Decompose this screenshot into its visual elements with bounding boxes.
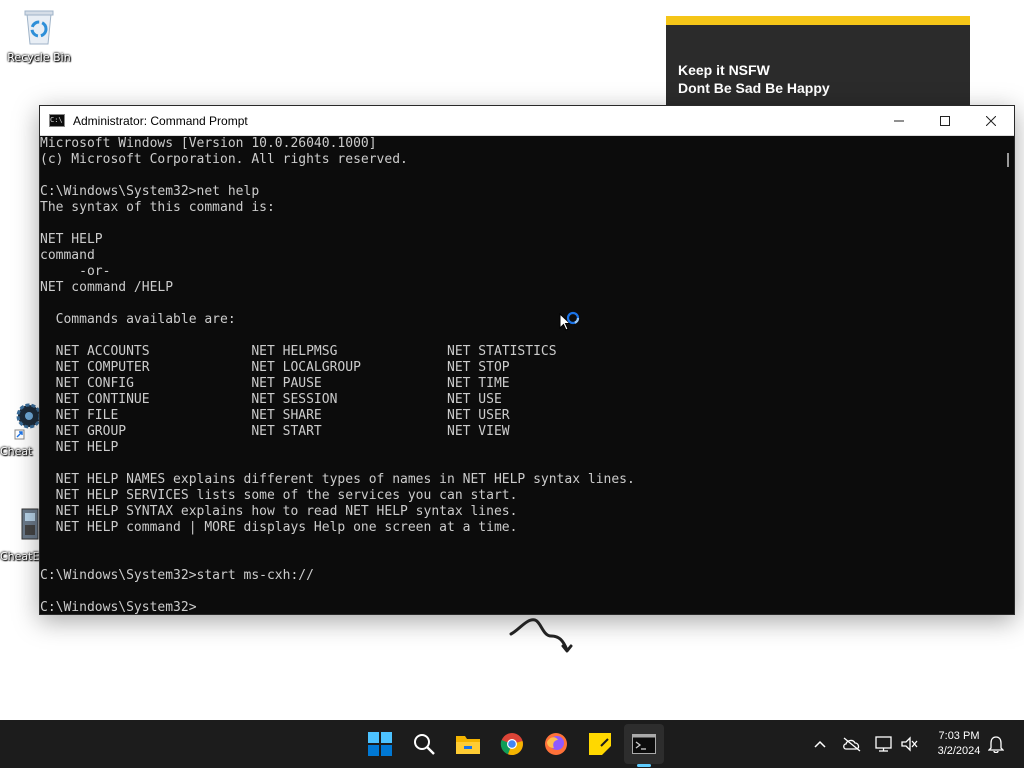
cloud-offline-icon <box>843 737 861 752</box>
scrollbar-thumb[interactable] <box>1007 153 1009 167</box>
gear-shortcut-icon <box>14 400 40 443</box>
desktop-icon-cheat[interactable]: Cheat <box>0 400 40 458</box>
cmd-app-icon: C:\ <box>49 114 65 127</box>
terminal-icon <box>632 734 656 754</box>
chrome-icon <box>500 733 523 756</box>
network-icon <box>875 736 892 752</box>
console-text: Microsoft Windows [Version 10.0.26040.10… <box>40 136 635 614</box>
system-clock[interactable]: 7:03 PM 3/2/2024 <box>924 729 994 759</box>
desktop-scribble <box>505 612 575 661</box>
command-prompt-taskbar-button[interactable] <box>628 728 660 760</box>
minimize-icon <box>894 120 904 121</box>
active-app-indicator <box>637 764 651 767</box>
firefox-button[interactable] <box>540 728 572 760</box>
clock-time: 7:03 PM <box>938 730 980 742</box>
volume-tray-button[interactable] <box>900 734 920 754</box>
onedrive-tray-button[interactable] <box>842 734 862 754</box>
chrome-button[interactable] <box>496 728 528 760</box>
busy-cursor-icon <box>558 310 584 340</box>
sticky-note-line: Dont Be Sad Be Happy <box>678 80 830 96</box>
start-button[interactable] <box>364 728 396 760</box>
vertical-scrollbar[interactable] <box>1000 136 1014 614</box>
close-icon <box>986 115 996 126</box>
maximize-button[interactable] <box>922 106 968 135</box>
cheat-e-label: CheatE <box>0 550 40 563</box>
sticky-notes-icon <box>589 733 611 755</box>
speaker-muted-icon <box>901 736 918 752</box>
sticky-notes-button[interactable] <box>584 728 616 760</box>
bell-icon <box>988 736 1004 753</box>
file-explorer-button[interactable] <box>452 728 484 760</box>
window-titlebar[interactable]: C:\ Administrator: Command Prompt <box>40 106 1014 136</box>
clock-date: 3/2/2024 <box>937 745 981 757</box>
close-button[interactable] <box>968 106 1014 135</box>
sticky-note[interactable]: Keep it NSFW Dont Be Sad Be Happy <box>666 16 970 116</box>
chevron-up-icon <box>814 740 826 748</box>
window-title: Administrator: Command Prompt <box>73 113 248 128</box>
sticky-note-line: Keep it NSFW <box>678 62 770 78</box>
recycle-bin-label: Recycle Bin <box>7 51 71 64</box>
recycle-bin-icon <box>4 6 74 49</box>
windows-logo-icon <box>368 732 392 756</box>
command-prompt-window[interactable]: C:\ Administrator: Command Prompt Micros… <box>39 105 1015 615</box>
console-output[interactable]: Microsoft Windows [Version 10.0.26040.10… <box>40 136 1002 614</box>
folder-icon <box>456 736 480 754</box>
desktop-icon-cheat-e[interactable]: CheatE <box>0 505 40 563</box>
cheat-label: Cheat <box>0 445 33 458</box>
taskbar: 7:03 PM 3/2/2024 <box>0 720 1024 768</box>
desktop-icon-recycle-bin[interactable]: Recycle Bin <box>4 6 74 64</box>
search-icon <box>414 734 435 755</box>
network-tray-button[interactable] <box>874 734 894 754</box>
search-button[interactable] <box>408 728 440 760</box>
minimize-button[interactable] <box>876 106 922 135</box>
notifications-button[interactable] <box>986 734 1006 754</box>
firefox-icon <box>545 733 567 755</box>
tool-shortcut-icon <box>14 505 40 548</box>
show-hidden-icons-button[interactable] <box>810 734 830 754</box>
maximize-icon <box>940 115 950 126</box>
